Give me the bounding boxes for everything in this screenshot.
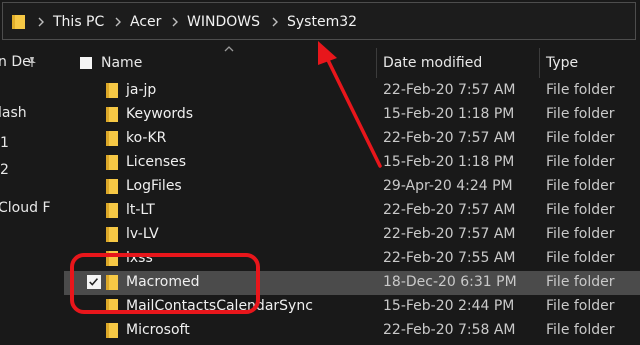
list-item[interactable]: lv-LV 22-Feb-20 7:57 AM File folder bbox=[64, 223, 640, 247]
chevron-right-icon bbox=[38, 17, 44, 27]
file-date-modified: 22-Feb-20 7:55 AM bbox=[383, 250, 516, 266]
list-item[interactable]: Licenses 15-Feb-20 1:18 PM File folder bbox=[64, 151, 640, 175]
list-item[interactable]: lxss 22-Feb-20 7:55 AM File folder bbox=[64, 247, 640, 271]
nav-item-cloud[interactable]: Cloud F bbox=[0, 200, 51, 216]
folder-icon bbox=[106, 179, 118, 194]
file-name: ko-KR bbox=[126, 130, 167, 146]
list-item[interactable]: Macromed 18-Dec-20 6:31 PM File folder bbox=[64, 271, 640, 295]
column-divider[interactable] bbox=[376, 48, 377, 78]
file-date-modified: 15-Feb-20 2:44 PM bbox=[383, 298, 515, 314]
chevron-right-icon bbox=[272, 17, 278, 27]
chevron-right-icon bbox=[115, 17, 121, 27]
breadcrumb-system32[interactable]: System32 bbox=[287, 14, 357, 30]
breadcrumb-this-pc[interactable]: This PC bbox=[53, 14, 104, 30]
folder-icon bbox=[106, 155, 118, 170]
file-name: lxss bbox=[126, 250, 153, 266]
file-date-modified: 29-Apr-20 4:24 PM bbox=[383, 178, 513, 194]
address-box[interactable]: This PC Acer WINDOWS System32 bbox=[2, 2, 636, 40]
list-item[interactable]: lt-LT 22-Feb-20 7:57 AM File folder bbox=[64, 199, 640, 223]
navigation-pane: n De lash 1 2 Cloud F bbox=[0, 44, 64, 345]
file-date-modified: 22-Feb-20 7:58 AM bbox=[383, 322, 516, 338]
file-type: File folder bbox=[546, 322, 615, 338]
file-name: Keywords bbox=[126, 106, 194, 122]
column-divider[interactable] bbox=[539, 48, 540, 78]
file-name: Microsoft bbox=[126, 322, 190, 338]
row-checkbox[interactable] bbox=[87, 275, 101, 289]
list-item[interactable]: Keywords 15-Feb-20 1:18 PM File folder bbox=[64, 103, 640, 127]
folder-icon bbox=[106, 275, 118, 290]
file-type: File folder bbox=[546, 274, 615, 290]
nav-item-1[interactable]: 1 bbox=[0, 135, 9, 151]
file-type: File folder bbox=[546, 202, 615, 218]
folder-icon bbox=[106, 107, 118, 122]
list-item[interactable]: MailContactsCalendarSync 15-Feb-20 2:44 P… bbox=[64, 295, 640, 319]
file-date-modified: 22-Feb-20 7:57 AM bbox=[383, 202, 516, 218]
breadcrumb-windows[interactable]: WINDOWS bbox=[187, 14, 260, 30]
file-name: lt-LT bbox=[126, 202, 155, 218]
folder-icon bbox=[106, 323, 118, 338]
select-all-checkbox[interactable] bbox=[80, 57, 92, 69]
list-item[interactable]: LogFiles 29-Apr-20 4:24 PM File folder bbox=[64, 175, 640, 199]
folder-icon bbox=[106, 251, 118, 266]
column-header-name[interactable]: Name bbox=[101, 55, 142, 71]
file-date-modified: 15-Feb-20 1:18 PM bbox=[383, 154, 515, 170]
file-date-modified: 18-Dec-20 6:31 PM bbox=[383, 274, 517, 290]
nav-item-flash[interactable]: lash bbox=[0, 105, 27, 121]
nav-item-2[interactable]: 2 bbox=[0, 162, 9, 178]
file-type: File folder bbox=[546, 226, 615, 242]
file-name: LogFiles bbox=[126, 178, 182, 194]
file-name: Licenses bbox=[126, 154, 187, 170]
list-item[interactable]: Microsoft 22-Feb-20 7:58 AM File folder bbox=[64, 319, 640, 343]
folder-icon bbox=[106, 299, 118, 314]
folder-icon bbox=[106, 227, 118, 242]
file-type: File folder bbox=[546, 82, 615, 98]
file-type: File folder bbox=[546, 130, 615, 146]
address-bar: This PC Acer WINDOWS System32 bbox=[0, 0, 640, 44]
file-name: Macromed bbox=[126, 274, 200, 290]
file-date-modified: 22-Feb-20 7:57 AM bbox=[383, 82, 516, 98]
file-type: File folder bbox=[546, 154, 615, 170]
list-item[interactable]: ko-KR 22-Feb-20 7:57 AM File folder bbox=[64, 127, 640, 151]
pin-icon[interactable] bbox=[26, 56, 38, 68]
file-name: lv-LV bbox=[126, 226, 159, 242]
file-type: File folder bbox=[546, 298, 615, 314]
folder-icon bbox=[106, 203, 118, 218]
column-header-type[interactable]: Type bbox=[546, 55, 578, 71]
file-name: MailContactsCalendarSync bbox=[126, 298, 313, 314]
file-date-modified: 22-Feb-20 7:57 AM bbox=[383, 226, 516, 242]
file-type: File folder bbox=[546, 178, 615, 194]
column-header-date-modified[interactable]: Date modified bbox=[383, 55, 482, 71]
file-date-modified: 22-Feb-20 7:57 AM bbox=[383, 130, 516, 146]
folder-icon bbox=[106, 83, 118, 98]
sort-ascending-icon bbox=[224, 46, 234, 52]
file-type: File folder bbox=[546, 250, 615, 266]
folder-icon bbox=[12, 15, 25, 29]
file-name: ja-jp bbox=[126, 82, 157, 98]
list-item[interactable]: ja-jp 22-Feb-20 7:57 AM File folder bbox=[64, 79, 640, 103]
file-date-modified: 15-Feb-20 1:18 PM bbox=[383, 106, 515, 122]
folder-icon bbox=[106, 131, 118, 146]
chevron-right-icon bbox=[172, 17, 178, 27]
breadcrumb-acer[interactable]: Acer bbox=[130, 14, 161, 30]
file-type: File folder bbox=[546, 106, 615, 122]
